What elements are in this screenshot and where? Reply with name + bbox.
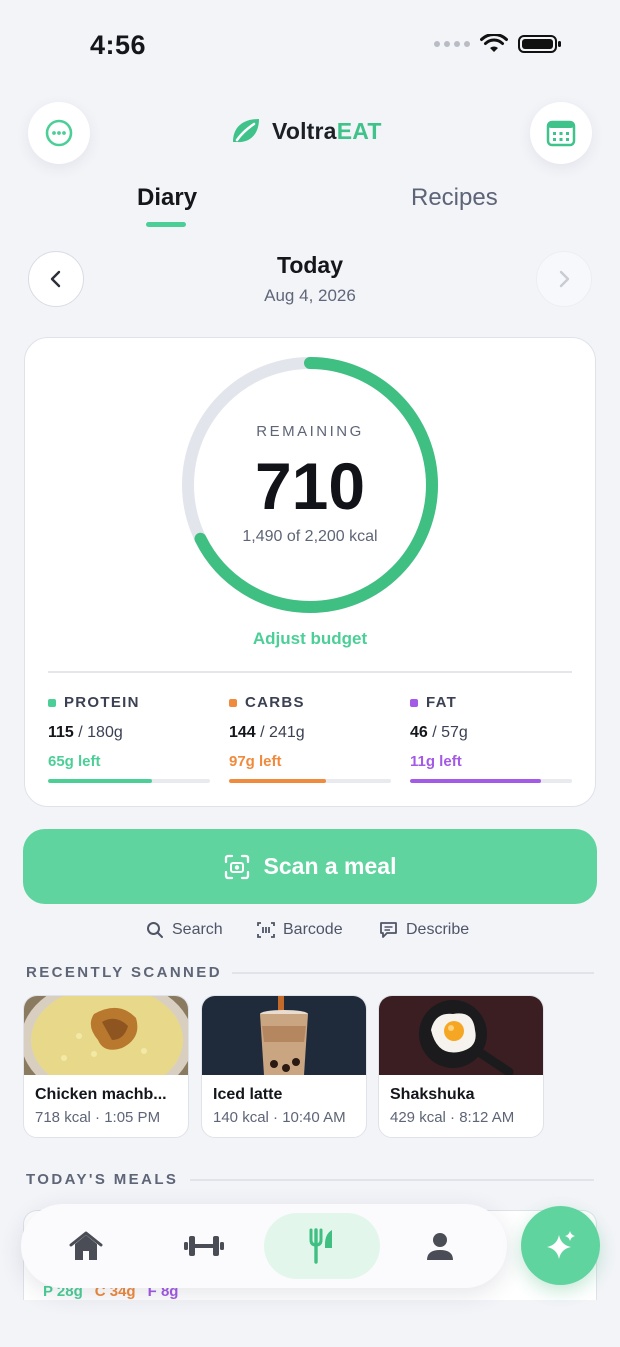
date-title: Today [276,252,344,278]
macro-fat: FAT 46 / 57g 11g left [410,694,572,783]
recent-item-name: Iced latte [213,1086,283,1103]
macro-carbs: CARBS 144 / 241g 97g left [229,694,391,783]
calendar-button[interactable] [530,102,592,164]
scan-meal-label: Scan a meal [263,853,397,879]
remaining-calories: 710 [254,449,366,523]
brand-logo: VoltraEAT [230,116,382,146]
ai-assistant-button[interactable] [521,1206,600,1285]
tab-profile[interactable] [382,1213,498,1279]
barcode-action[interactable]: Barcode [257,921,343,939]
macro-eaten: 144 [229,724,256,741]
scan-meal-button[interactable]: Scan a meal [23,829,597,904]
camera-scan-icon [224,854,249,879]
macro-goal: / 57g [427,724,468,741]
macro-progress-bar [229,779,391,783]
recently-scanned-heading: RECENTLY SCANNED [26,964,222,981]
recent-item-meta: 718 kcal · 1:05 PM [35,1109,161,1126]
tab-workout[interactable] [146,1213,262,1279]
macro-name: CARBS [245,694,305,711]
date-subtitle: Aug 4, 2026 [264,286,356,305]
search-label: Search [172,921,223,938]
sparkle-icon [546,1230,575,1259]
macro-progress-fill [48,779,152,783]
signal-icon [434,41,470,47]
macro-goal: / 180g [73,724,123,741]
macro-progress-bar [48,779,210,783]
tab-diary[interactable]: Diary [137,184,197,212]
describe-label: Describe [406,921,470,938]
macro-left: 65g left [48,753,101,770]
wifi-icon [480,34,508,52]
macro-left: 97g left [229,753,282,770]
status-icons [434,34,562,54]
battery-icon [518,35,561,53]
chevron-right-icon [559,270,570,288]
bottom-tab-bar [21,1204,507,1288]
protein-dot [48,698,56,707]
tab-home[interactable] [28,1213,144,1279]
divider [48,671,572,673]
more-icon [45,119,73,147]
more-button[interactable] [28,102,90,164]
recent-item[interactable]: Shakshuka 429 kcal · 8:12 AM [378,995,544,1138]
macro-progress-fill [410,779,542,783]
search-action[interactable]: Search [146,921,223,939]
macro-goal: / 241g [255,724,305,741]
section-divider [190,1179,594,1181]
next-day-button[interactable] [536,251,592,307]
tab-active-indicator [146,222,186,227]
recent-item-name: Chicken machb... [35,1086,167,1103]
chat-icon [380,922,397,938]
fat-dot [410,698,418,707]
todays-meals-heading: TODAY'S MEALS [26,1171,179,1188]
food-photo [379,996,543,1075]
status-time: 4:56 [90,30,147,60]
fork-knife-icon [309,1228,332,1264]
carbs-dot [229,698,237,707]
macro-progress-fill [229,779,327,783]
section-divider [232,972,594,974]
recent-item-meta: 429 kcal · 8:12 AM [390,1109,515,1126]
macro-protein: PROTEIN 115 / 180g 65g left [48,694,210,783]
macro-progress-bar [410,779,572,783]
brand-name: VoltraEAT [272,117,382,144]
remaining-label: REMAINING [256,423,364,440]
dumbbell-icon [184,1236,224,1256]
person-icon [427,1233,453,1260]
food-photo [202,996,366,1075]
consumed-kcal: 1,490 of 2,200 kcal [242,528,378,545]
recent-item[interactable]: Iced latte 140 kcal · 10:40 AM [201,995,367,1138]
macro-name: PROTEIN [64,694,140,711]
macro-left: 11g left [410,753,462,770]
recent-item-name: Shakshuka [390,1086,475,1103]
macro-eaten: 46 [410,724,428,741]
macro-eaten: 115 [48,724,74,741]
recent-item[interactable]: Chicken machb... 718 kcal · 1:05 PM [23,995,189,1138]
search-icon [147,922,163,938]
calendar-icon [546,120,576,147]
home-icon [69,1231,103,1260]
recent-item-meta: 140 kcal · 10:40 AM [213,1109,346,1126]
tab-food[interactable] [264,1213,380,1279]
macro-name: FAT [426,694,458,711]
tab-recipes[interactable]: Recipes [411,184,498,212]
food-photo [24,996,188,1075]
leaf-icon [233,119,259,143]
barcode-icon [257,922,275,938]
adjust-budget-link[interactable]: Adjust budget [0,629,620,649]
describe-action[interactable]: Describe [379,921,469,939]
barcode-label: Barcode [283,921,343,938]
